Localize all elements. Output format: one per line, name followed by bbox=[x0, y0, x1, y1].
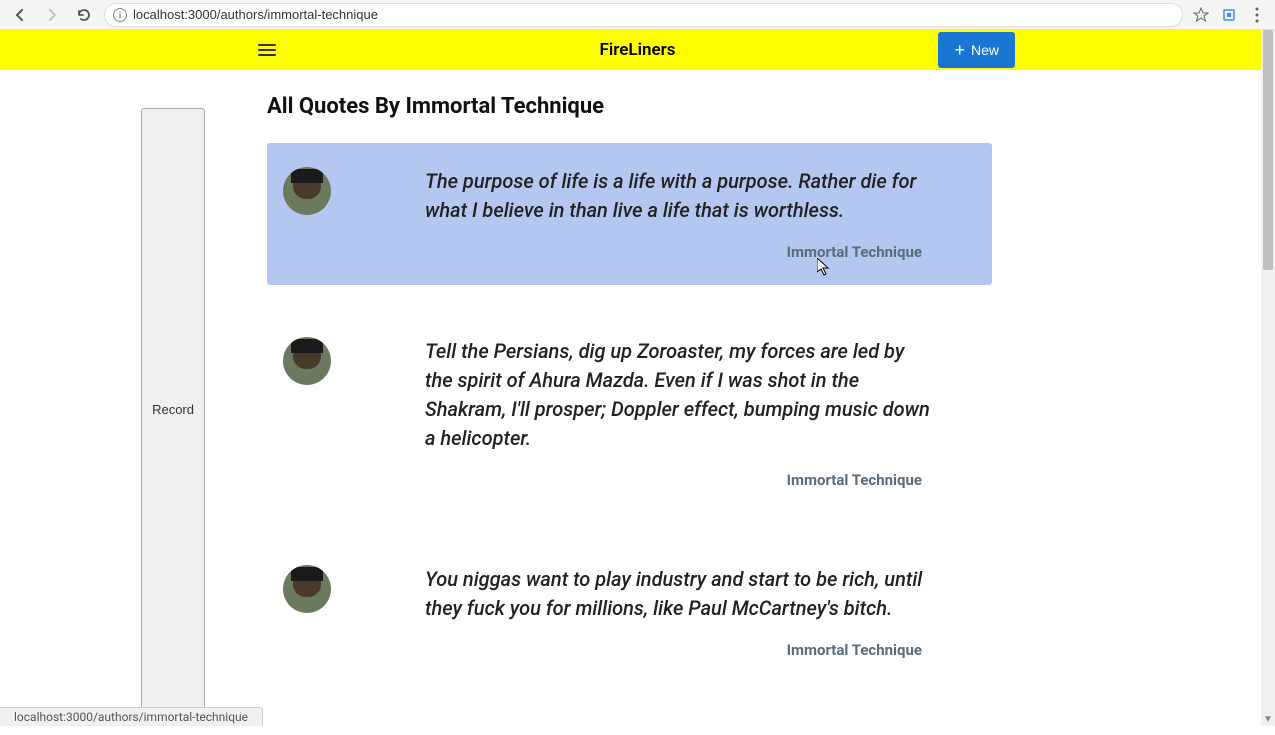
quote-author[interactable]: Immortal Technique bbox=[425, 243, 932, 261]
page-title: All Quotes By Immortal Technique bbox=[267, 94, 992, 119]
brand-title[interactable]: FireLiners bbox=[600, 40, 676, 60]
plus-icon: + bbox=[954, 40, 965, 61]
scrollbar-track[interactable]: ▼ bbox=[1261, 30, 1275, 726]
quote-author[interactable]: Immortal Technique bbox=[425, 471, 932, 489]
record-button[interactable]: Record bbox=[141, 108, 205, 711]
quote-text: The purpose of life is a life with a pur… bbox=[425, 167, 932, 225]
quote-body: The purpose of life is a life with a pur… bbox=[355, 167, 932, 261]
avatar[interactable] bbox=[283, 565, 331, 613]
scrollbar-thumb[interactable] bbox=[1263, 30, 1273, 270]
app-header: FireLiners + New bbox=[0, 30, 1275, 70]
back-button[interactable] bbox=[8, 3, 32, 27]
quote-author[interactable]: Immortal Technique bbox=[425, 641, 932, 659]
quote-card[interactable]: The purpose of life is a life with a pur… bbox=[267, 143, 992, 285]
hamburger-icon[interactable] bbox=[258, 38, 282, 62]
quote-body: Tell the Persians, dig up Zoroaster, my … bbox=[355, 337, 932, 489]
info-icon[interactable]: i bbox=[113, 8, 127, 22]
quote-text: You niggas want to play industry and sta… bbox=[425, 565, 932, 623]
new-button-label: New bbox=[971, 42, 999, 58]
main-column: All Quotes By Immortal Technique The pur… bbox=[267, 94, 992, 711]
quote-card[interactable]: You niggas want to play industry and sta… bbox=[267, 541, 992, 683]
status-bar: localhost:3000/authors/immortal-techniqu… bbox=[0, 707, 263, 726]
browser-chrome: i bbox=[0, 0, 1275, 30]
extension-icon[interactable] bbox=[1219, 5, 1239, 25]
quote-text: Tell the Persians, dig up Zoroaster, my … bbox=[425, 337, 932, 453]
content-wrap: Record All Quotes By Immortal Technique … bbox=[0, 70, 1275, 735]
reload-button[interactable] bbox=[72, 3, 96, 27]
left-column: Record bbox=[0, 94, 267, 711]
forward-button[interactable] bbox=[40, 3, 64, 27]
quote-body: You niggas want to play industry and sta… bbox=[355, 565, 932, 659]
avatar[interactable] bbox=[283, 167, 331, 215]
bookmark-icon[interactable] bbox=[1191, 5, 1211, 25]
quote-card[interactable]: Tell the Persians, dig up Zoroaster, my … bbox=[267, 313, 992, 513]
scrollbar-down-icon[interactable]: ▼ bbox=[1261, 712, 1275, 726]
url-input[interactable] bbox=[133, 7, 1174, 22]
url-bar[interactable]: i bbox=[104, 3, 1183, 27]
new-button[interactable]: + New bbox=[938, 32, 1015, 68]
browser-menu-icon[interactable] bbox=[1247, 5, 1267, 25]
avatar[interactable] bbox=[283, 337, 331, 385]
